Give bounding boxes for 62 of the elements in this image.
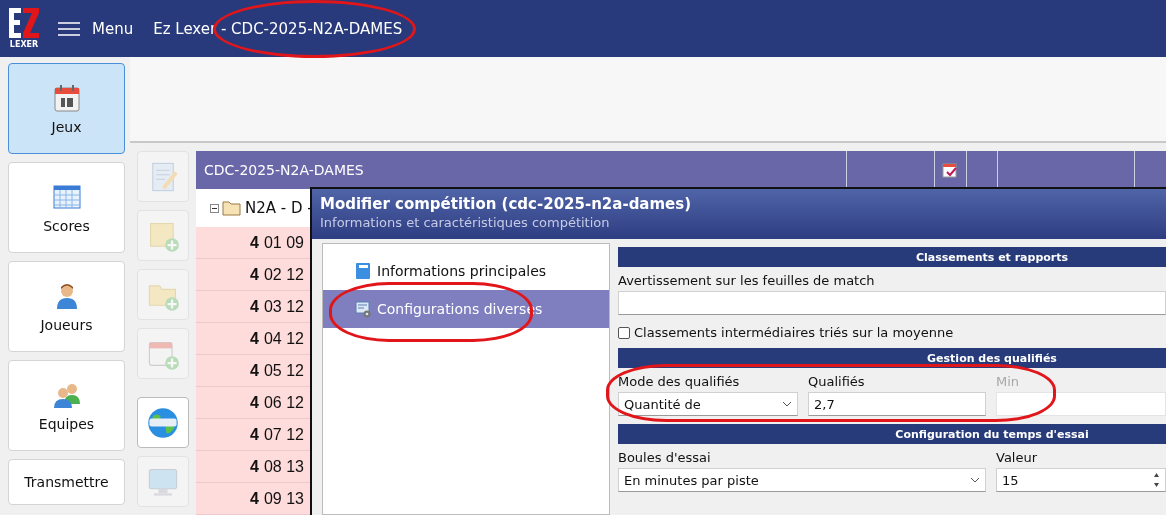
field-label: Qualifiés	[808, 374, 866, 389]
tree-item[interactable]: 01 09	[263, 233, 304, 252]
folder-icon	[222, 200, 242, 216]
menu-icon	[58, 21, 80, 36]
round-number: 4	[250, 425, 259, 444]
dropdown[interactable]: Quantité de	[618, 392, 798, 416]
tree-item[interactable]: 08 13	[263, 457, 304, 476]
round-number: 4	[250, 361, 259, 380]
section-header: Classements et rapports	[618, 247, 1166, 267]
logo-text: LEXER	[9, 39, 39, 50]
dropdown[interactable]: En minutes par piste	[618, 468, 986, 492]
collapse-icon[interactable]	[210, 203, 219, 213]
settings-icon	[355, 300, 371, 318]
round-number: 4	[250, 233, 259, 252]
tree-item[interactable]: 02 12	[263, 265, 304, 284]
checkbox[interactable]	[618, 326, 630, 339]
field-label: Avertissement sur les feuilles de match	[618, 273, 876, 288]
input-field[interactable]: 2,7	[808, 392, 986, 416]
dialog-title: Modifier compétition (cdc-2025-n2a-dames)	[320, 194, 693, 214]
calendar-check-icon	[942, 162, 959, 178]
caret-icon	[782, 401, 792, 407]
globe-icon	[146, 405, 180, 440]
logo-mark-icon	[7, 5, 41, 40]
section-header: Configuration du temps d'essai	[618, 424, 1166, 444]
nav-button[interactable]: Equipes	[8, 360, 125, 451]
toolbar-button[interactable]	[137, 397, 189, 448]
page-item[interactable]: Informations principales	[323, 252, 609, 290]
calendar-icon	[51, 82, 82, 113]
number-field[interactable]: 15	[996, 468, 1166, 492]
input-field[interactable]	[618, 291, 1166, 315]
field-value: 15	[1002, 472, 1019, 488]
field-label: Min	[996, 374, 1021, 389]
book-icon	[355, 262, 371, 280]
field-value: En minutes par piste	[624, 472, 759, 488]
nav-button[interactable]: Jeux	[8, 63, 125, 154]
round-number: 4	[250, 489, 259, 508]
nav-button[interactable]: Scores	[8, 162, 125, 253]
grid-title: CDC-2025-N2A-DAMES	[203, 161, 365, 180]
checkbox-label: Classements intermédiaires triés sur la moyenne	[634, 325, 954, 340]
tree-item[interactable]: N2A - D -	[245, 199, 313, 217]
round-number: 4	[250, 329, 259, 348]
tree-item[interactable]: 04 12	[263, 329, 304, 348]
caret-icon	[970, 477, 980, 483]
field-value: 2,7	[814, 396, 835, 412]
dialog-subtitle: Informations et caractéristiques compétition	[320, 214, 611, 232]
nav-button[interactable]: Transmettre	[8, 459, 125, 505]
tree-item[interactable]: 05 12	[263, 361, 304, 380]
tree-item[interactable]: 07 12	[263, 425, 304, 444]
tree-item[interactable]: 06 12	[263, 393, 304, 412]
field-label: Valeur	[996, 450, 1039, 465]
spinner-icon	[1153, 471, 1160, 489]
field-label: Boules d'essai	[618, 450, 712, 465]
tree-item[interactable]: 03 12	[263, 297, 304, 316]
field-label: Mode des qualifiés	[618, 374, 741, 389]
round-number: 4	[250, 265, 259, 284]
field-value: Quantité de	[624, 396, 701, 412]
round-number: 4	[250, 457, 259, 476]
round-number: 4	[250, 297, 259, 316]
menu-button[interactable]: Menu	[58, 19, 134, 38]
nav-button[interactable]: Joueurs	[8, 261, 125, 352]
round-number: 4	[250, 393, 259, 412]
tree-item[interactable]: 09 13	[263, 489, 304, 508]
